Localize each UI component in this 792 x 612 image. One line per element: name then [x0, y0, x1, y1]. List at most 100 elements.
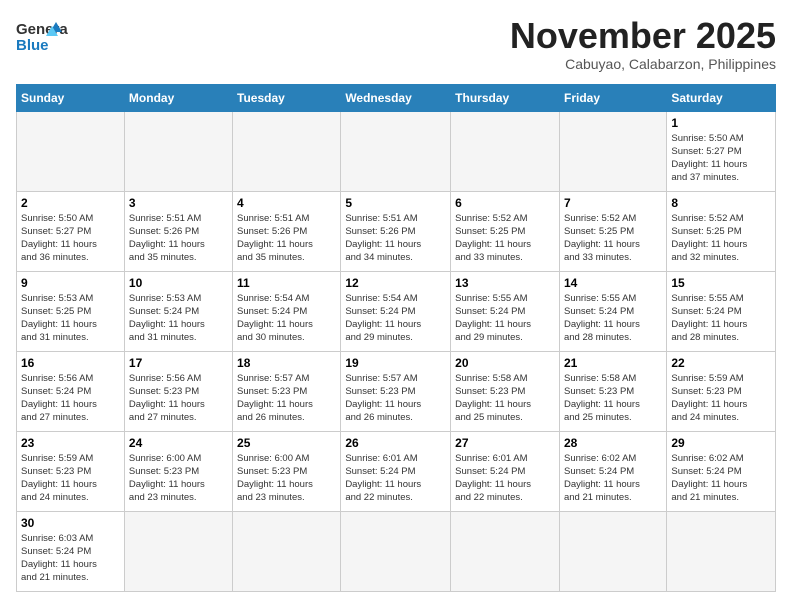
weekday-header-monday: Monday	[124, 84, 232, 111]
weekday-header-sunday: Sunday	[17, 84, 125, 111]
calendar-cell-11: 6 Sunrise: 5:52 AMSunset: 5:25 PMDaylight…	[451, 191, 560, 271]
day-number: 1	[671, 116, 771, 130]
page-header: General Blue November 2025 Cabuyao, Cala…	[16, 16, 776, 72]
day-info: Sunrise: 5:58 AMSunset: 5:23 PMDaylight:…	[564, 372, 662, 425]
calendar-row-4: 16Sunrise: 5:56 AMSunset: 5:24 PMDayligh…	[17, 351, 776, 431]
day-number: 11	[237, 276, 336, 290]
day-number: 15	[671, 276, 771, 290]
day-info: Sunrise: 6:03 AMSunset: 5:24 PMDaylight:…	[21, 532, 120, 585]
calendar-cell-31: 26 Sunrise: 6:01 AMSunset: 5:24 PMDayligh…	[341, 431, 451, 511]
calendar-cell-41	[667, 511, 776, 591]
day-number: 2	[21, 196, 120, 210]
calendar-cell-38	[341, 511, 451, 591]
calendar-row-5: 23 Sunrise: 5:59 AMSunset: 5:23 PMDayligh…	[17, 431, 776, 511]
weekday-header-friday: Friday	[559, 84, 666, 111]
day-info: Sunrise: 5:51 AMSunset: 5:26 PMDaylight:…	[129, 212, 228, 265]
calendar-cell-34: 29 Sunrise: 6:02 AMSunset: 5:24 PMDayligh…	[667, 431, 776, 511]
calendar-cell-15: 10 Sunrise: 5:53 AMSunset: 5:24 PMDayligh…	[124, 271, 232, 351]
day-info: Sunrise: 5:52 AMSunset: 5:25 PMDaylight:…	[671, 212, 771, 265]
day-info: Sunrise: 5:53 AMSunset: 5:24 PMDaylight:…	[129, 292, 228, 345]
weekday-header-row: SundayMondayTuesdayWednesdayThursdayFrid…	[17, 84, 776, 111]
day-info: Sunrise: 5:50 AMSunset: 5:27 PMDaylight:…	[21, 212, 120, 265]
day-info: Sunrise: 6:01 AMSunset: 5:24 PMDaylight:…	[455, 452, 555, 505]
logo-icon: General Blue	[16, 16, 68, 56]
calendar-cell-19: 14 Sunrise: 5:55 AMSunset: 5:24 PMDayligh…	[559, 271, 666, 351]
day-number: 13	[455, 276, 555, 290]
calendar-cell-18: 13 Sunrise: 5:55 AMSunset: 5:24 PMDayligh…	[451, 271, 560, 351]
day-info: Sunrise: 5:52 AMSunset: 5:25 PMDaylight:…	[455, 212, 555, 265]
weekday-header-saturday: Saturday	[667, 84, 776, 111]
day-info: Sunrise: 6:01 AMSunset: 5:24 PMDaylight:…	[345, 452, 446, 505]
day-number: 23	[21, 436, 120, 450]
weekday-header-thursday: Thursday	[451, 84, 560, 111]
day-number: 25	[237, 436, 336, 450]
calendar-cell-24: 19Sunrise: 5:57 AMSunset: 5:23 PMDayligh…	[341, 351, 451, 431]
calendar-cell-10: 5Sunrise: 5:51 AMSunset: 5:26 PMDaylight…	[341, 191, 451, 271]
day-number: 4	[237, 196, 336, 210]
day-info: Sunrise: 5:55 AMSunset: 5:24 PMDaylight:…	[564, 292, 662, 345]
calendar-cell-35: 30 Sunrise: 6:03 AMSunset: 5:24 PMDayligh…	[17, 511, 125, 591]
calendar-cell-33: 28 Sunrise: 6:02 AMSunset: 5:24 PMDayligh…	[559, 431, 666, 511]
day-info: Sunrise: 5:57 AMSunset: 5:23 PMDaylight:…	[345, 372, 446, 425]
svg-text:Blue: Blue	[16, 37, 49, 54]
calendar-row-2: 2 Sunrise: 5:50 AMSunset: 5:27 PMDaylight…	[17, 191, 776, 271]
day-number: 30	[21, 516, 120, 530]
weekday-header-wednesday: Wednesday	[341, 84, 451, 111]
day-info: Sunrise: 6:00 AMSunset: 5:23 PMDaylight:…	[129, 452, 228, 505]
location: Cabuyao, Calabarzon, Philippines	[510, 56, 776, 72]
day-number: 14	[564, 276, 662, 290]
day-number: 9	[21, 276, 120, 290]
day-info: Sunrise: 5:50 AMSunset: 5:27 PMDaylight:…	[671, 132, 771, 185]
day-number: 10	[129, 276, 228, 290]
day-number: 5	[345, 196, 446, 210]
month-title: November 2025	[510, 16, 776, 56]
calendar-cell-32: 27Sunrise: 6:01 AMSunset: 5:24 PMDayligh…	[451, 431, 560, 511]
calendar-cell-40	[559, 511, 666, 591]
calendar-cell-37	[233, 511, 341, 591]
day-number: 21	[564, 356, 662, 370]
day-info: Sunrise: 5:52 AMSunset: 5:25 PMDaylight:…	[564, 212, 662, 265]
day-number: 22	[671, 356, 771, 370]
calendar-cell-20: 15 Sunrise: 5:55 AMSunset: 5:24 PMDayligh…	[667, 271, 776, 351]
day-number: 26	[345, 436, 446, 450]
calendar-cell-14: 9 Sunrise: 5:53 AMSunset: 5:25 PMDaylight…	[17, 271, 125, 351]
day-info: Sunrise: 5:53 AMSunset: 5:25 PMDaylight:…	[21, 292, 120, 345]
calendar-cell-36	[124, 511, 232, 591]
calendar-cell-16: 11 Sunrise: 5:54 AMSunset: 5:24 PMDayligh…	[233, 271, 341, 351]
day-info: Sunrise: 5:57 AMSunset: 5:23 PMDaylight:…	[237, 372, 336, 425]
calendar-row-1: 1 Sunrise: 5:50 AMSunset: 5:27 PMDaylight…	[17, 111, 776, 191]
calendar-cell-29: 24 Sunrise: 6:00 AMSunset: 5:23 PMDayligh…	[124, 431, 232, 511]
day-info: Sunrise: 5:54 AMSunset: 5:24 PMDaylight:…	[237, 292, 336, 345]
day-info: Sunrise: 5:59 AMSunset: 5:23 PMDaylight:…	[671, 372, 771, 425]
calendar-cell-39	[451, 511, 560, 591]
day-number: 20	[455, 356, 555, 370]
day-info: Sunrise: 6:02 AMSunset: 5:24 PMDaylight:…	[564, 452, 662, 505]
day-info: Sunrise: 5:56 AMSunset: 5:23 PMDaylight:…	[129, 372, 228, 425]
day-info: Sunrise: 6:02 AMSunset: 5:24 PMDaylight:…	[671, 452, 771, 505]
calendar-cell-26: 21 Sunrise: 5:58 AMSunset: 5:23 PMDayligh…	[559, 351, 666, 431]
title-area: November 2025 Cabuyao, Calabarzon, Phili…	[510, 16, 776, 72]
day-info: Sunrise: 5:55 AMSunset: 5:24 PMDaylight:…	[455, 292, 555, 345]
day-number: 28	[564, 436, 662, 450]
day-info: Sunrise: 5:55 AMSunset: 5:24 PMDaylight:…	[671, 292, 771, 345]
calendar-cell-17: 12Sunrise: 5:54 AMSunset: 5:24 PMDayligh…	[341, 271, 451, 351]
calendar-row-6: 30 Sunrise: 6:03 AMSunset: 5:24 PMDayligh…	[17, 511, 776, 591]
calendar-cell-27: 22 Sunrise: 5:59 AMSunset: 5:23 PMDayligh…	[667, 351, 776, 431]
day-number: 17	[129, 356, 228, 370]
calendar-cell-25: 20Sunrise: 5:58 AMSunset: 5:23 PMDayligh…	[451, 351, 560, 431]
calendar-cell-12: 7 Sunrise: 5:52 AMSunset: 5:25 PMDaylight…	[559, 191, 666, 271]
day-number: 24	[129, 436, 228, 450]
day-number: 8	[671, 196, 771, 210]
calendar-cell-28: 23 Sunrise: 5:59 AMSunset: 5:23 PMDayligh…	[17, 431, 125, 511]
calendar-row-3: 9 Sunrise: 5:53 AMSunset: 5:25 PMDaylight…	[17, 271, 776, 351]
calendar-cell-13: 8 Sunrise: 5:52 AMSunset: 5:25 PMDaylight…	[667, 191, 776, 271]
day-info: Sunrise: 5:59 AMSunset: 5:23 PMDaylight:…	[21, 452, 120, 505]
calendar-cell-23: 18Sunrise: 5:57 AMSunset: 5:23 PMDayligh…	[233, 351, 341, 431]
calendar-cell-1	[124, 111, 232, 191]
day-number: 7	[564, 196, 662, 210]
day-info: Sunrise: 5:51 AMSunset: 5:26 PMDaylight:…	[237, 212, 336, 265]
day-number: 29	[671, 436, 771, 450]
calendar-cell-2	[233, 111, 341, 191]
day-info: Sunrise: 6:00 AMSunset: 5:23 PMDaylight:…	[237, 452, 336, 505]
day-number: 6	[455, 196, 555, 210]
